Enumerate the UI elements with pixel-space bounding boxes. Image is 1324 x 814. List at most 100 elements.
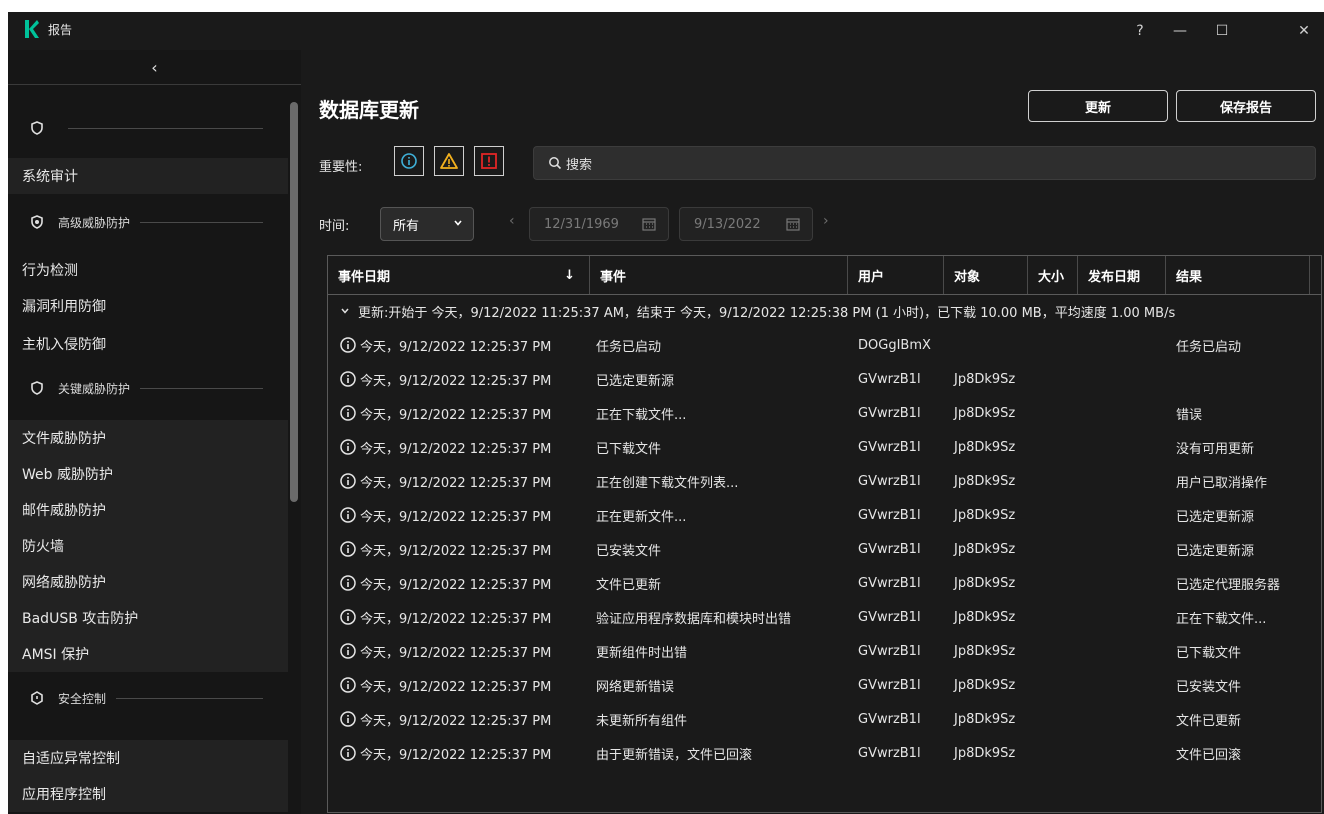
info-icon (340, 643, 356, 659)
sidebar: ‹ 系统审计 高级威胁防护 行为检测 漏洞利用防御 主机入侵防御 关键威胁防护 (8, 50, 302, 814)
cell-object: Jp8Dk9Sz (954, 405, 1016, 421)
group-summary: 更新:开始于 今天，9/12/2022 11:25:37 AM，结束于 今天，9… (358, 305, 1176, 321)
cell-date: 今天，9/12/2022 12:25:37 PM (360, 577, 552, 593)
column-header-user[interactable]: 用户 (848, 256, 944, 294)
table-row[interactable]: 今天，9/12/2022 12:25:37 PM 由于更新错误，文件已回滚 GVwr… (328, 736, 1321, 770)
sidebar-scrollbar[interactable] (290, 102, 298, 502)
cell-date: 今天，9/12/2022 12:25:37 PM (360, 475, 552, 491)
cell-user: GVwrzB1l (858, 643, 921, 659)
sidebar-item-system-audit[interactable]: 系统审计 (8, 158, 288, 194)
table-row[interactable]: 今天，9/12/2022 12:25:37 PM 已安装文件 GVwrzB1l Jp8… (328, 532, 1321, 566)
cell-result: 错误 (1176, 407, 1203, 423)
sidebar-item-behavior-detection[interactable]: 行为检测 (8, 252, 288, 288)
column-header-object[interactable]: 对象 (944, 256, 1028, 294)
cell-result: 文件已回滚 (1176, 747, 1242, 763)
table-row[interactable]: 今天，9/12/2022 12:25:37 PM 任务已启动 DOGgIBmX 任务已… (328, 328, 1321, 362)
sidebar-item-amsi[interactable]: AMSI 保护 (8, 636, 288, 672)
group-row[interactable]: 更新:开始于 今天，9/12/2022 11:25:37 AM，结束于 今天，9… (328, 294, 1321, 328)
severity-info-toggle[interactable] (394, 146, 424, 176)
sidebar-item-badusb[interactable]: BadUSB 攻击防护 (8, 600, 288, 636)
cell-user: GVwrzB1l (858, 371, 921, 387)
table-row[interactable]: 今天，9/12/2022 12:25:37 PM 验证应用程序数据库和模块时出错 G… (328, 600, 1321, 634)
cell-user: GVwrzB1l (858, 711, 921, 727)
cell-user: DOGgIBmX (858, 337, 931, 353)
sidebar-section-security: 安全控制 (8, 680, 301, 716)
table-row[interactable]: 今天，9/12/2022 12:25:37 PM 正在下载文件... GVwrzB1… (328, 396, 1321, 430)
cell-event: 正在创建下载文件列表... (596, 475, 739, 491)
table-row[interactable]: 今天，9/12/2022 12:25:37 PM 更新组件时出错 GVwrzB1l J… (328, 634, 1321, 668)
shield-badge-icon (30, 215, 44, 229)
table-row[interactable]: 今天，9/12/2022 12:25:37 PM 已下载文件 GVwrzB1l Jp8… (328, 430, 1321, 464)
column-header-event[interactable]: 事件 (590, 256, 848, 294)
sidebar-section-top (8, 110, 301, 146)
date-prev-arrow[interactable]: ‹ (509, 213, 515, 229)
column-header-size[interactable]: 大小 (1028, 256, 1078, 294)
info-icon (340, 405, 356, 421)
time-range-select[interactable]: 所有 (380, 207, 474, 241)
severity-label: 重要性: (319, 160, 363, 175)
chevron-down-icon (341, 308, 349, 314)
date-from-value: 12/31/1969 (544, 216, 619, 232)
sidebar-item-firewall[interactable]: 防火墙 (8, 528, 288, 564)
cell-date: 今天，9/12/2022 12:25:37 PM (360, 713, 552, 729)
column-header-release-date[interactable]: 发布日期 (1078, 256, 1166, 294)
kaspersky-logo-icon (25, 20, 39, 38)
maximize-button[interactable]: ☐ (1202, 16, 1242, 46)
table-row[interactable]: 今天，9/12/2022 12:25:37 PM 正在创建下载文件列表... GVw… (328, 464, 1321, 498)
sidebar-collapse-button[interactable]: ‹ (8, 50, 301, 85)
section-label: 关键威胁防护 (58, 381, 131, 396)
sidebar-item-app-control[interactable]: 应用程序控制 (8, 776, 288, 812)
sidebar-item-host-intrusion[interactable]: 主机入侵防御 (8, 326, 288, 362)
table-row[interactable]: 今天，9/12/2022 12:25:37 PM 已选定更新源 GVwrzB1l Jp… (328, 362, 1321, 396)
minimize-button[interactable]: — (1160, 16, 1200, 46)
chevron-down-icon (454, 220, 462, 226)
cell-event: 正在更新文件... (596, 509, 687, 525)
page-title: 数据库更新 (319, 98, 419, 122)
cell-date: 今天，9/12/2022 12:25:37 PM (360, 543, 552, 559)
chevron-left-icon: ‹ (151, 57, 158, 77)
cell-event: 由于更新错误，文件已回滚 (596, 747, 753, 763)
search-placeholder: 搜索 (566, 157, 593, 173)
sidebar-item-file-threat[interactable]: 文件威胁防护 (8, 420, 288, 456)
column-header-event-date[interactable]: 事件日期 ↓ (328, 256, 590, 294)
sidebar-item-exploit-prevention[interactable]: 漏洞利用防御 (8, 288, 288, 324)
cell-object: Jp8Dk9Sz (954, 541, 1016, 557)
critical-icon (481, 153, 497, 169)
cell-user: GVwrzB1l (858, 507, 921, 523)
sidebar-item-network-threat[interactable]: 网络威胁防护 (8, 564, 288, 600)
update-button[interactable]: 更新 (1028, 90, 1168, 122)
info-icon (340, 711, 356, 727)
table-row[interactable]: 今天，9/12/2022 12:25:37 PM 未更新所有组件 GVwrzB1l J… (328, 702, 1321, 736)
cell-result: 任务已启动 (1176, 339, 1242, 355)
cell-object: Jp8Dk9Sz (954, 711, 1016, 727)
sidebar-section-advanced: 高级威胁防护 (8, 204, 301, 240)
sidebar-item-web-threat[interactable]: Web 威胁防护 (8, 456, 288, 492)
section-label: 安全控制 (58, 691, 107, 706)
date-next-arrow[interactable]: › (823, 213, 829, 229)
cell-result: 已选定更新源 (1176, 509, 1255, 525)
table-row[interactable]: 今天，9/12/2022 12:25:37 PM 正在更新文件... GVwrzB1… (328, 498, 1321, 532)
table-header: 事件日期 ↓ 事件 用户 对象 大小 发布日期 结果 (328, 256, 1321, 295)
security-control-icon (30, 691, 44, 705)
date-to-field[interactable]: 9/13/2022 (679, 207, 813, 241)
sidebar-item-mail-threat[interactable]: 邮件威胁防护 (8, 492, 288, 528)
table-row[interactable]: 今天，9/12/2022 12:25:37 PM 文件已更新 GVwrzB1l Jp8… (328, 566, 1321, 600)
help-button[interactable]: ? (1120, 16, 1160, 46)
severity-warning-toggle[interactable] (434, 146, 464, 176)
cell-result: 已选定代理服务器 (1176, 577, 1281, 593)
close-button[interactable]: ✕ (1284, 16, 1324, 46)
date-to-value: 9/13/2022 (694, 216, 761, 232)
cell-result: 已选定更新源 (1176, 543, 1255, 559)
calendar-icon (642, 218, 656, 231)
column-header-result[interactable]: 结果 (1166, 256, 1310, 294)
search-icon (549, 157, 562, 170)
cell-event: 已安装文件 (596, 543, 662, 559)
info-icon (340, 507, 356, 523)
info-icon (340, 439, 356, 455)
severity-critical-toggle[interactable] (474, 146, 504, 176)
save-report-button[interactable]: 保存报告 (1176, 90, 1316, 122)
date-from-field[interactable]: 12/31/1969 (529, 207, 669, 241)
sidebar-item-anomaly-control[interactable]: 自适应异常控制 (8, 740, 288, 776)
search-input[interactable]: 搜索 (533, 146, 1316, 180)
table-row[interactable]: 今天，9/12/2022 12:25:37 PM 网络更新错误 GVwrzB1l Jp… (328, 668, 1321, 702)
